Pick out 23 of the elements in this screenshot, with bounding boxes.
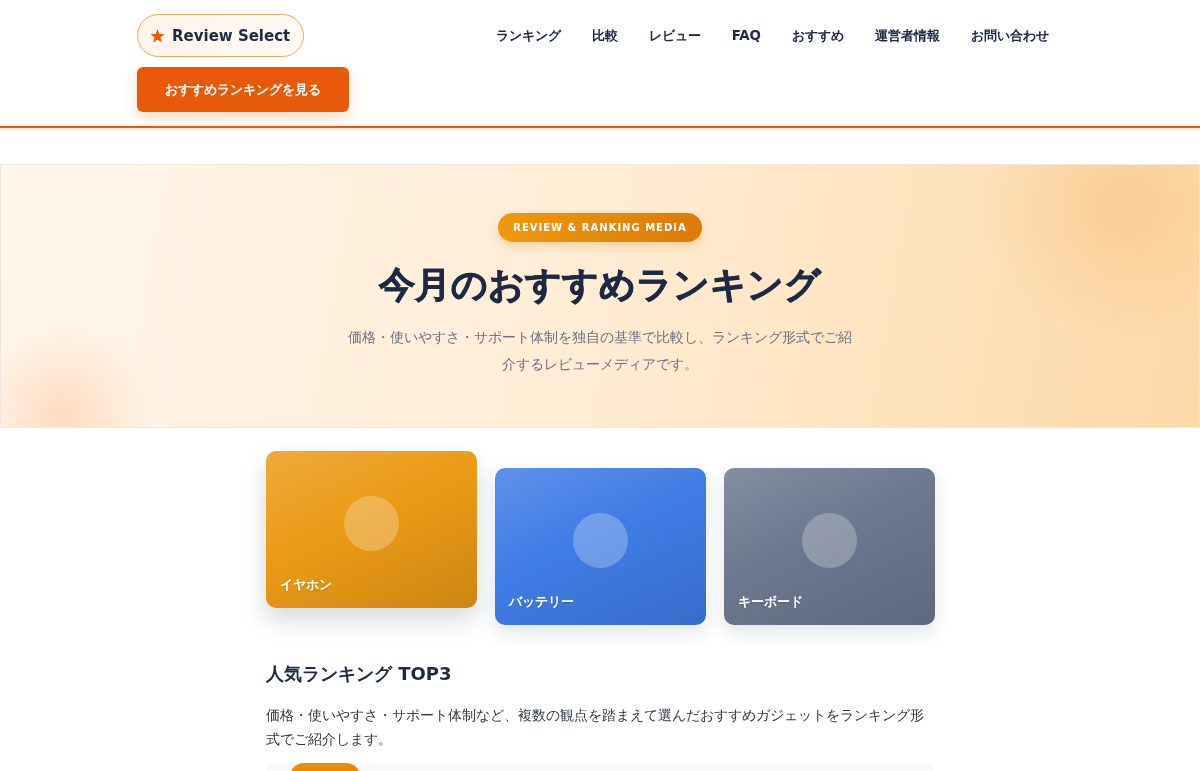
category-label: キーボード	[738, 593, 803, 611]
star-icon	[150, 28, 165, 43]
nav-link[interactable]: 運営者情報	[875, 26, 940, 45]
nav-link[interactable]: 比較	[591, 26, 618, 45]
hero-badge: REVIEW & RANKING MEDIA	[498, 213, 702, 242]
hero-description: 価格・使いやすさ・サポート体制を独自の基準で比較し、ランキング形式でご紹介するレビューメディアです。	[347, 328, 853, 374]
hero-title: 今月のおすすめランキング	[379, 263, 821, 307]
nav-link[interactable]: おすすめ	[792, 26, 844, 45]
nav-link[interactable]: ランキング	[495, 26, 561, 45]
circle-icon	[573, 513, 628, 568]
logo-link[interactable]: Review Select	[137, 14, 305, 57]
logo-text: Review Select	[172, 26, 291, 45]
nav-link[interactable]: お問い合わせ	[971, 26, 1049, 45]
category-card[interactable]: バッテリー	[495, 468, 706, 625]
category-label: バッテリー	[509, 593, 574, 611]
nav-link[interactable]: FAQ	[731, 26, 761, 45]
section-description: 価格・使いやすさ・サポート体制など、複数の観点を踏まえて選んだおすすめガジェットをランキング形式でご紹介します。	[266, 706, 925, 749]
nav-link[interactable]: レビュー	[648, 26, 701, 45]
circle-icon	[344, 496, 399, 551]
category-label: イヤホン	[280, 576, 332, 594]
section-heading: 人気ランキング TOP3	[266, 662, 453, 686]
category-card[interactable]: キーボード	[724, 468, 935, 625]
cta-button[interactable]: おすすめランキングを見る	[137, 67, 349, 112]
